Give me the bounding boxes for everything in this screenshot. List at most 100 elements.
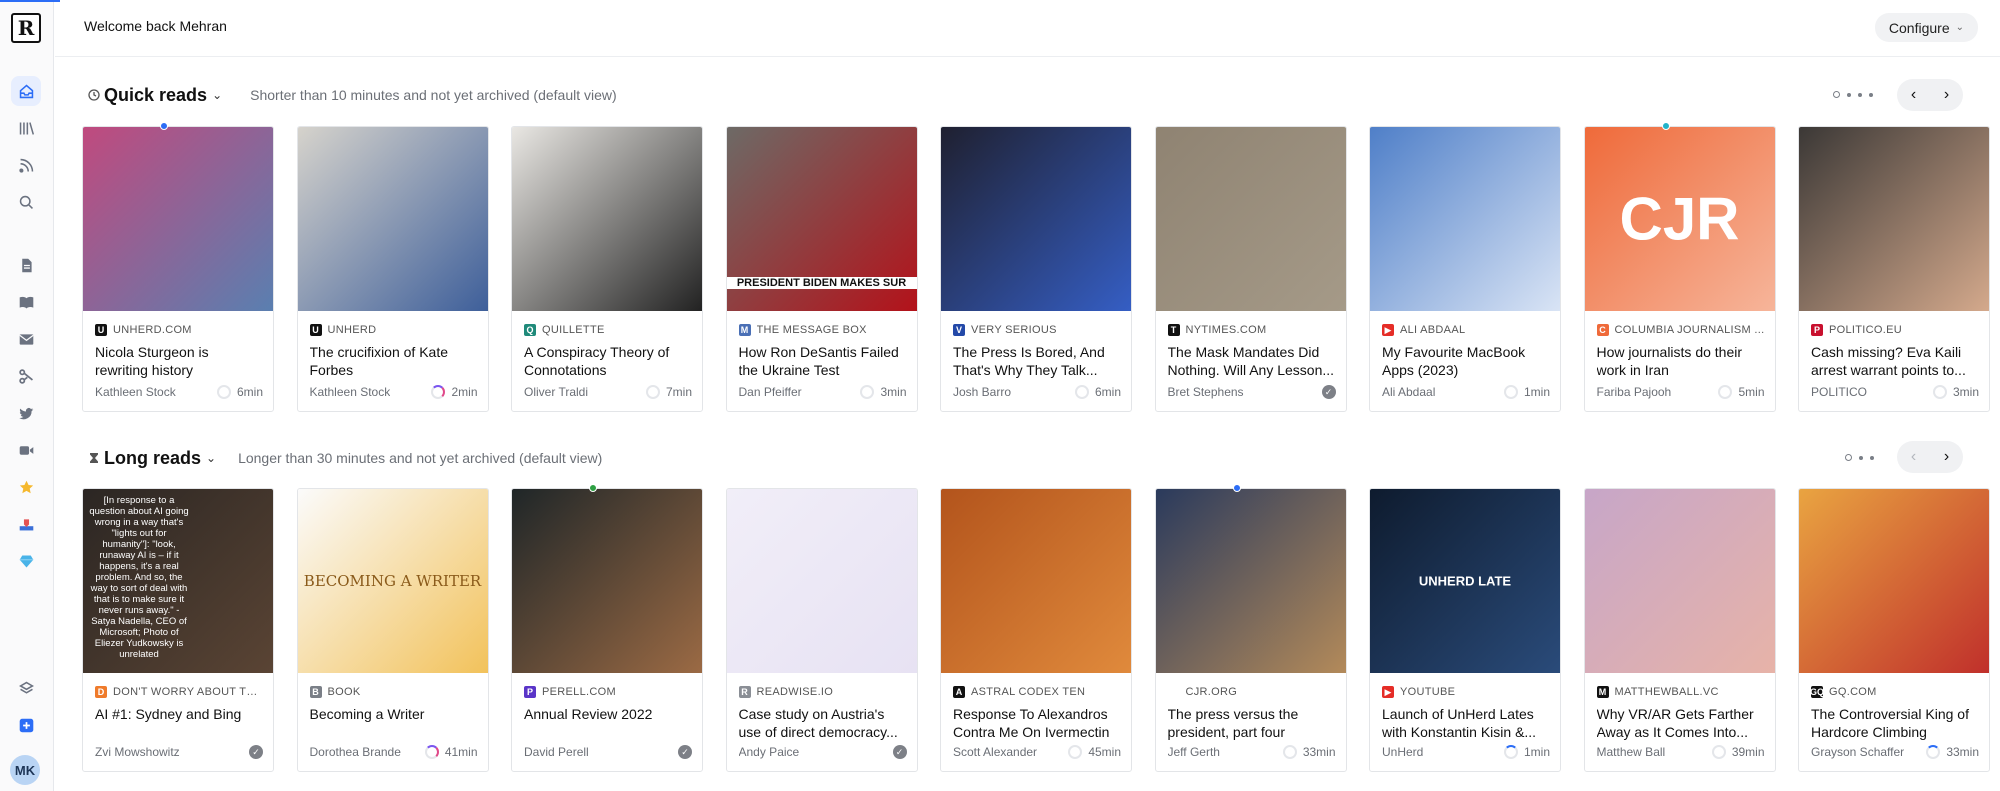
source-meta: P POLITICO.EU bbox=[1811, 322, 1979, 338]
article-card[interactable]: ▶ ALI ABDAAL My Favourite MacBook Apps (20… bbox=[1369, 126, 1561, 412]
dot[interactable] bbox=[1833, 91, 1840, 98]
article-card[interactable]: A ASTRAL CODEX TEN Response To Alexandros … bbox=[940, 488, 1132, 772]
chevron-right-icon[interactable]: › bbox=[1944, 448, 1949, 466]
quick-reads-header[interactable]: Quick reads ⌄ Shorter than 10 minutes an… bbox=[88, 82, 617, 108]
article-title[interactable]: Nicola Sturgeon is rewriting history bbox=[95, 343, 263, 379]
article-title[interactable]: The Controversial King of Hardcore Climb… bbox=[1811, 705, 1979, 741]
dot[interactable] bbox=[1845, 454, 1852, 461]
article-card[interactable]: M MATTHEWBALL.VC Why VR/AR Gets Farther Aw… bbox=[1583, 488, 1776, 772]
favicon-icon: U bbox=[309, 324, 322, 336]
article-card[interactable]: U UNHERD.COM Nicola Sturgeon is rewriting … bbox=[82, 126, 274, 412]
article-title[interactable]: A Conspiracy Theory of Connotations bbox=[524, 343, 692, 379]
book-icon[interactable] bbox=[11, 287, 41, 317]
article-card[interactable]: [In response to a question about AI goin… bbox=[82, 488, 274, 772]
configure-button[interactable]: Configure ⌄ bbox=[1874, 13, 1978, 42]
mail-icon[interactable] bbox=[11, 324, 41, 354]
long-reads-header[interactable]: Long reads ⌄ Longer than 30 minutes and … bbox=[88, 445, 602, 471]
author-name: Zvi Mowshowitz bbox=[95, 745, 180, 759]
chevron-left-icon[interactable]: ‹ bbox=[1911, 448, 1916, 466]
video-icon[interactable] bbox=[11, 435, 41, 465]
diamond-icon[interactable] bbox=[11, 546, 41, 576]
reading-time: ✓ bbox=[892, 745, 907, 759]
source-meta: M MATTHEWBALL.VC bbox=[1596, 684, 1765, 700]
layers-icon[interactable] bbox=[11, 673, 41, 703]
favicon-icon: C bbox=[1596, 324, 1609, 336]
dot[interactable] bbox=[1869, 92, 1873, 97]
carousel-dots[interactable] bbox=[1845, 454, 1874, 461]
check-icon: ✓ bbox=[249, 745, 263, 759]
article-card[interactable]: P PERELL.COM Annual Review 2022 David Perel… bbox=[511, 488, 703, 772]
feed-icon[interactable] bbox=[11, 150, 41, 180]
article-title[interactable]: Case study on Austria's use of direct de… bbox=[739, 705, 907, 741]
article-title[interactable]: The Press Is Bored, And That's Why They … bbox=[953, 343, 1121, 379]
chevron-right-icon[interactable]: › bbox=[1944, 86, 1949, 104]
article-card[interactable]: CJR C COLUMBIA JOURNALISM ... How journalis… bbox=[1583, 126, 1776, 412]
article-title[interactable]: Becoming a Writer bbox=[310, 705, 478, 741]
article-card[interactable]: U UNHERD The crucifixion of Kate Forbes Kat… bbox=[296, 126, 489, 412]
thumbnail-image: CJR bbox=[1584, 127, 1775, 311]
article-card[interactable]: BECOMING A WRITER B BOOK Becoming a Writer D… bbox=[296, 488, 489, 772]
home-icon[interactable] bbox=[11, 76, 41, 106]
article-card[interactable]: PRESIDENT BIDEN MAKES SUR M THE MESSAGE BO… bbox=[725, 126, 918, 412]
article-card[interactable]: CJR.ORG The press versus the president, p… bbox=[1154, 488, 1347, 772]
readwise-icon[interactable] bbox=[11, 361, 41, 391]
source-name: YOUTUBE bbox=[1400, 686, 1456, 698]
article-title[interactable]: The press versus the president, part fou… bbox=[1168, 705, 1336, 741]
thumbnail-image bbox=[1370, 127, 1560, 311]
time-label: 5min bbox=[1738, 385, 1765, 399]
article-card[interactable]: R READWISE.IO Case study on Austria's use … bbox=[725, 488, 918, 772]
article-title[interactable]: AI #1: Sydney and Bing bbox=[95, 705, 263, 741]
article-title[interactable]: My Favourite MacBook Apps (2023) bbox=[1382, 343, 1550, 379]
article-title[interactable]: Response To Alexandros Contra Me On Iver… bbox=[953, 705, 1121, 741]
dot[interactable] bbox=[1847, 92, 1851, 97]
progress-ring-icon bbox=[1926, 745, 1941, 759]
card-body: GQ GQ.COM The Controversial King of Hardco… bbox=[1810, 684, 1979, 741]
favicon-icon: M bbox=[738, 324, 751, 336]
article-card[interactable]: V VERY SERIOUS The Press Is Bored, And Tha… bbox=[940, 126, 1132, 412]
inbox-tray-icon[interactable] bbox=[11, 509, 41, 539]
article-title[interactable]: Why VR/AR Gets Farther Away as It Comes … bbox=[1597, 705, 1765, 741]
source-name: UNHERD bbox=[327, 324, 377, 336]
plus-icon[interactable] bbox=[11, 710, 41, 740]
article-title[interactable]: How Ron DeSantis Failed the Ukraine Test bbox=[739, 343, 907, 379]
dot[interactable] bbox=[1859, 455, 1863, 460]
thumbnail-overlay-text: PRESIDENT BIDEN MAKES SUR bbox=[726, 277, 917, 289]
dot[interactable] bbox=[1858, 92, 1862, 97]
card-body: B BOOK Becoming a Writer bbox=[309, 684, 478, 741]
article-title[interactable]: Annual Review 2022 bbox=[524, 705, 692, 741]
dot[interactable] bbox=[1870, 455, 1874, 460]
chevron-left-icon[interactable]: ‹ bbox=[1911, 86, 1916, 104]
avatar[interactable]: MK bbox=[10, 755, 40, 785]
article-card[interactable]: UNHERD LATE ▶ YOUTUBE Launch of UnHerd Late… bbox=[1369, 488, 1561, 772]
reading-time: 1min bbox=[1503, 385, 1550, 399]
card-footer: Zvi Mowshowitz ✓ bbox=[95, 745, 263, 759]
article-title[interactable]: The Mask Mandates Did Nothing. Will Any … bbox=[1168, 343, 1336, 379]
favicon-icon bbox=[1167, 686, 1180, 698]
carousel-dots[interactable] bbox=[1833, 91, 1873, 98]
time-label: 41min bbox=[444, 745, 478, 759]
search-icon[interactable] bbox=[11, 187, 41, 217]
time-label: 33min bbox=[1302, 745, 1336, 759]
article-card[interactable]: T NYTIMES.COM The Mask Mandates Did Nothin… bbox=[1154, 126, 1347, 412]
article-title[interactable]: Launch of UnHerd Lates with Konstantin K… bbox=[1382, 705, 1550, 741]
article-card[interactable]: GQ GQ.COM The Controversial King of Hardco… bbox=[1798, 488, 1990, 772]
article-title[interactable]: The crucifixion of Kate Forbes bbox=[310, 343, 478, 379]
unread-dot bbox=[589, 484, 597, 492]
card-footer: Ali Abdaal 1min bbox=[1382, 385, 1550, 399]
library-icon[interactable] bbox=[11, 113, 41, 143]
hourglass-icon bbox=[90, 453, 98, 463]
card-body: U UNHERD The crucifixion of Kate Forbes bbox=[309, 322, 478, 379]
readwise-logo[interactable]: R bbox=[11, 13, 41, 43]
source-meta: R READWISE.IO bbox=[738, 684, 907, 700]
article-title[interactable]: Cash missing? Eva Kaili arrest warrant p… bbox=[1811, 343, 1979, 379]
document-icon[interactable] bbox=[11, 250, 41, 280]
author-name: Dorothea Brande bbox=[309, 745, 401, 759]
twitter-icon[interactable] bbox=[11, 398, 41, 428]
card-footer: UnHerd 1min bbox=[1382, 745, 1550, 759]
star-icon[interactable] bbox=[11, 472, 41, 502]
reading-time: ✓ bbox=[249, 745, 263, 759]
article-card[interactable]: P POLITICO.EU Cash missing? Eva Kaili arre… bbox=[1798, 126, 1990, 412]
article-card[interactable]: Q QUILLETTE A Conspiracy Theory of Connota… bbox=[511, 126, 703, 412]
progress-ring-icon bbox=[1282, 745, 1297, 759]
article-title[interactable]: How journalists do their work in Iran bbox=[1597, 343, 1765, 379]
